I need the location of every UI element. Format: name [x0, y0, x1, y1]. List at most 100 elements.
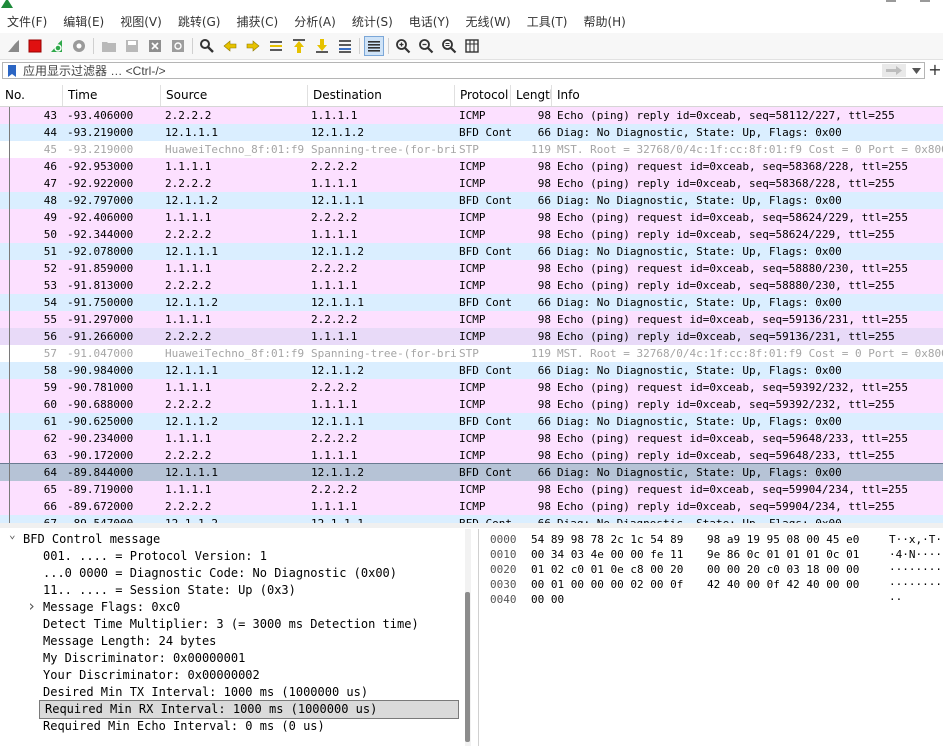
minimize-button[interactable]	[886, 0, 896, 2]
bytes-hex[interactable]: 00 00	[531, 592, 564, 607]
column-header-source[interactable]: Source	[161, 85, 308, 106]
packet-row[interactable]: 54-91.75000012.1.1.212.1.1.1BFD Control6…	[0, 294, 943, 311]
detail-row[interactable]: My Discriminator: 0x00000001	[0, 650, 462, 667]
menu-statistics[interactable]: 统计(S)	[352, 13, 393, 30]
menu-edit[interactable]: 编辑(E)	[63, 13, 104, 30]
detail-row[interactable]: 001. .... = Protocol Version: 1	[0, 548, 462, 565]
menu-tools[interactable]: 工具(T)	[527, 13, 568, 30]
apply-filter-arrow-icon[interactable]	[882, 64, 906, 77]
detail-row[interactable]: › Message Flags: 0xc0	[0, 598, 462, 616]
packet-row[interactable]: 60 -90.688000 2.2.2.2 1.1.1.1 ICMP 98 Echo (pi…	[0, 396, 943, 413]
packet-row[interactable]: 49 -92.406000 1.1.1.1 2.2.2.2 ICMP 98 Echo (pi…	[0, 209, 943, 226]
find-packet-button[interactable]	[197, 36, 217, 56]
packet-row[interactable]: 43 -93.406000 2.2.2.2 1.1.1.1 ICMP 98 Echo (pi…	[0, 107, 943, 124]
detail-row[interactable]: ⌄ BFD Control message	[0, 529, 462, 548]
column-header-time[interactable]: Time	[63, 85, 161, 106]
packet-row[interactable]: 50 -92.344000 2.2.2.2 1.1.1.1 ICMP 98 Echo (pi…	[0, 226, 943, 243]
packet-row[interactable]: 45 -93.219000 HuaweiTechno_8f:01:f9 Spannin…	[0, 141, 943, 158]
normal-size-button[interactable]	[439, 36, 459, 56]
bytes-hex[interactable]: 00 00 20 c0 03 18 00 00	[707, 562, 859, 577]
bytes-hex[interactable]: 00 01 00 00 00 02 00 0f	[531, 577, 683, 592]
packet-row[interactable]: 46 -92.953000 1.1.1.1 2.2.2.2 ICMP 98 Echo (pi…	[0, 158, 943, 175]
packet-row[interactable]: 57 -91.047000 HuaweiTechno_8f:01:f9 Spannin…	[0, 345, 943, 362]
details-scrollbar-thumb[interactable]	[465, 592, 470, 742]
add-filter-button[interactable]: +	[928, 62, 942, 78]
packet-row[interactable]: 53 -91.813000 2.2.2.2 1.1.1.1 ICMP 98 Echo (pi…	[0, 277, 943, 294]
detail-row[interactable]: Your Discriminator: 0x00000002	[0, 667, 462, 684]
bytes-ascii[interactable]: ·4·N····	[889, 547, 942, 562]
detail-row[interactable]: Required Min RX Interval: 1000 ms (10000…	[39, 700, 459, 719]
colorize-button[interactable]	[364, 36, 384, 56]
go-back-button[interactable]	[220, 36, 240, 56]
bytes-ascii[interactable]: ········	[889, 562, 942, 577]
column-header-length[interactable]: Length	[511, 85, 552, 106]
bytes-ascii[interactable]: ········	[889, 577, 942, 592]
packet-list-horizontal-scrollbar[interactable]	[0, 523, 943, 528]
menu-wireless[interactable]: 无线(W)	[466, 13, 511, 30]
packet-row[interactable]: 64-89.84400012.1.1.112.1.1.2BFD Control6…	[0, 463, 943, 482]
bytes-hex[interactable]: 42 40 00 0f 42 40 00 00	[707, 577, 859, 592]
packet-row[interactable]: 67-89.54700012.1.1.212.1.1.1BFD Control6…	[0, 515, 943, 523]
resize-columns-button[interactable]	[462, 36, 482, 56]
filter-dropdown-button[interactable]	[910, 64, 922, 77]
bytes-ascii[interactable]: T··x,·T·	[889, 532, 942, 547]
menu-analyze[interactable]: 分析(A)	[294, 13, 336, 30]
go-to-packet-button[interactable]	[266, 36, 286, 56]
packet-row[interactable]: 62 -90.234000 1.1.1.1 2.2.2.2 ICMP 98 Echo (pi…	[0, 430, 943, 447]
bytes-hex[interactable]: 9e 86 0c 01 01 01 0c 01	[707, 547, 859, 562]
menu-telephony[interactable]: 电话(Y)	[409, 13, 450, 30]
packet-row[interactable]: 58-90.98400012.1.1.112.1.1.2BFD Control6…	[0, 362, 943, 379]
save-file-button[interactable]	[122, 36, 142, 56]
packet-row[interactable]: 66 -89.672000 2.2.2.2 1.1.1.1 ICMP 98 Echo (pi…	[0, 498, 943, 515]
display-filter-input[interactable]	[23, 63, 843, 78]
packet-row[interactable]: 63 -90.172000 2.2.2.2 1.1.1.1 ICMP 98 Echo (pi…	[0, 447, 943, 464]
zoom-in-button[interactable]	[393, 36, 413, 56]
detail-row[interactable]: Desired Min TX Interval: 1000 ms (100000…	[0, 684, 462, 701]
go-last-button[interactable]	[312, 36, 332, 56]
packet-row[interactable]: 61-90.62500012.1.1.212.1.1.1BFD Control6…	[0, 413, 943, 430]
open-file-button[interactable]	[99, 36, 119, 56]
bytes-hex[interactable]: 54 89 98 78 2c 1c 54 89	[531, 532, 683, 547]
detail-row[interactable]: ...0 0000 = Diagnostic Code: No Diagnost…	[0, 565, 462, 582]
bytes-hex[interactable]: 00 34 03 4e 00 00 fe 11	[531, 547, 683, 562]
column-header-destination[interactable]: Destination	[308, 85, 455, 106]
reload-file-button[interactable]	[168, 36, 188, 56]
maximize-button[interactable]	[920, 0, 930, 2]
autoscroll-button[interactable]	[335, 36, 355, 56]
packet-row[interactable]: 44-93.21900012.1.1.112.1.1.2BFD Control6…	[0, 124, 943, 141]
column-header-no[interactable]: No.	[0, 85, 63, 106]
packet-row[interactable]: 48-92.79700012.1.1.212.1.1.1BFD Control6…	[0, 192, 943, 209]
packet-row[interactable]: 51-92.07800012.1.1.112.1.1.2BFD Control6…	[0, 243, 943, 260]
column-header-info[interactable]: Info	[552, 85, 943, 106]
stop-capture-button[interactable]	[25, 36, 45, 56]
bytes-ascii[interactable]: ··	[889, 592, 902, 607]
packet-row[interactable]: 55 -91.297000 1.1.1.1 2.2.2.2 ICMP 98 Echo (pi…	[0, 311, 943, 328]
packet-row[interactable]: 65 -89.719000 1.1.1.1 2.2.2.2 ICMP 98 Echo (pi…	[0, 481, 943, 498]
packet-row[interactable]: 56 -91.266000 2.2.2.2 1.1.1.1 ICMP 98 Echo (pi…	[0, 328, 943, 345]
filter-bookmark-icon[interactable]	[6, 64, 18, 78]
detail-row[interactable]: Message Length: 24 bytes	[0, 633, 462, 650]
expander-down-icon[interactable]: ⌄	[9, 529, 19, 543]
close-file-button[interactable]	[145, 36, 165, 56]
detail-row[interactable]: Detect Time Multiplier: 3 (= 3000 ms Det…	[0, 616, 462, 633]
capture-options-button[interactable]	[69, 36, 89, 56]
packet-row[interactable]: 52 -91.859000 1.1.1.1 2.2.2.2 ICMP 98 Echo (pi…	[0, 260, 943, 277]
packet-row[interactable]: 59 -90.781000 1.1.1.1 2.2.2.2 ICMP 98 Echo (pi…	[0, 379, 943, 396]
bytes-hex[interactable]: 01 02 c0 01 0e c8 00 20	[531, 562, 683, 577]
detail-row[interactable]: Required Min Echo Interval: 0 ms (0 us)	[0, 718, 462, 735]
menu-file[interactable]: 文件(F)	[7, 13, 47, 30]
menu-go[interactable]: 跳转(G)	[178, 13, 221, 30]
pane-splitter[interactable]	[478, 529, 479, 746]
go-first-button[interactable]	[289, 36, 309, 56]
packet-row[interactable]: 47 -92.922000 2.2.2.2 1.1.1.1 ICMP 98 Echo (pi…	[0, 175, 943, 192]
restart-capture-button[interactable]	[47, 36, 67, 56]
menu-help[interactable]: 帮助(H)	[583, 13, 625, 30]
menu-capture[interactable]: 捕获(C)	[236, 13, 278, 30]
expander-right-icon[interactable]: ›	[27, 598, 37, 615]
go-forward-button[interactable]	[243, 36, 263, 56]
zoom-out-button[interactable]	[416, 36, 436, 56]
detail-row[interactable]: 11.. .... = Session State: Up (0x3)	[0, 582, 462, 599]
column-header-protocol[interactable]: Protocol	[455, 85, 511, 106]
bytes-hex[interactable]: 98 a9 19 95 08 00 45 e0	[707, 532, 859, 547]
start-capture-button[interactable]	[4, 36, 24, 56]
